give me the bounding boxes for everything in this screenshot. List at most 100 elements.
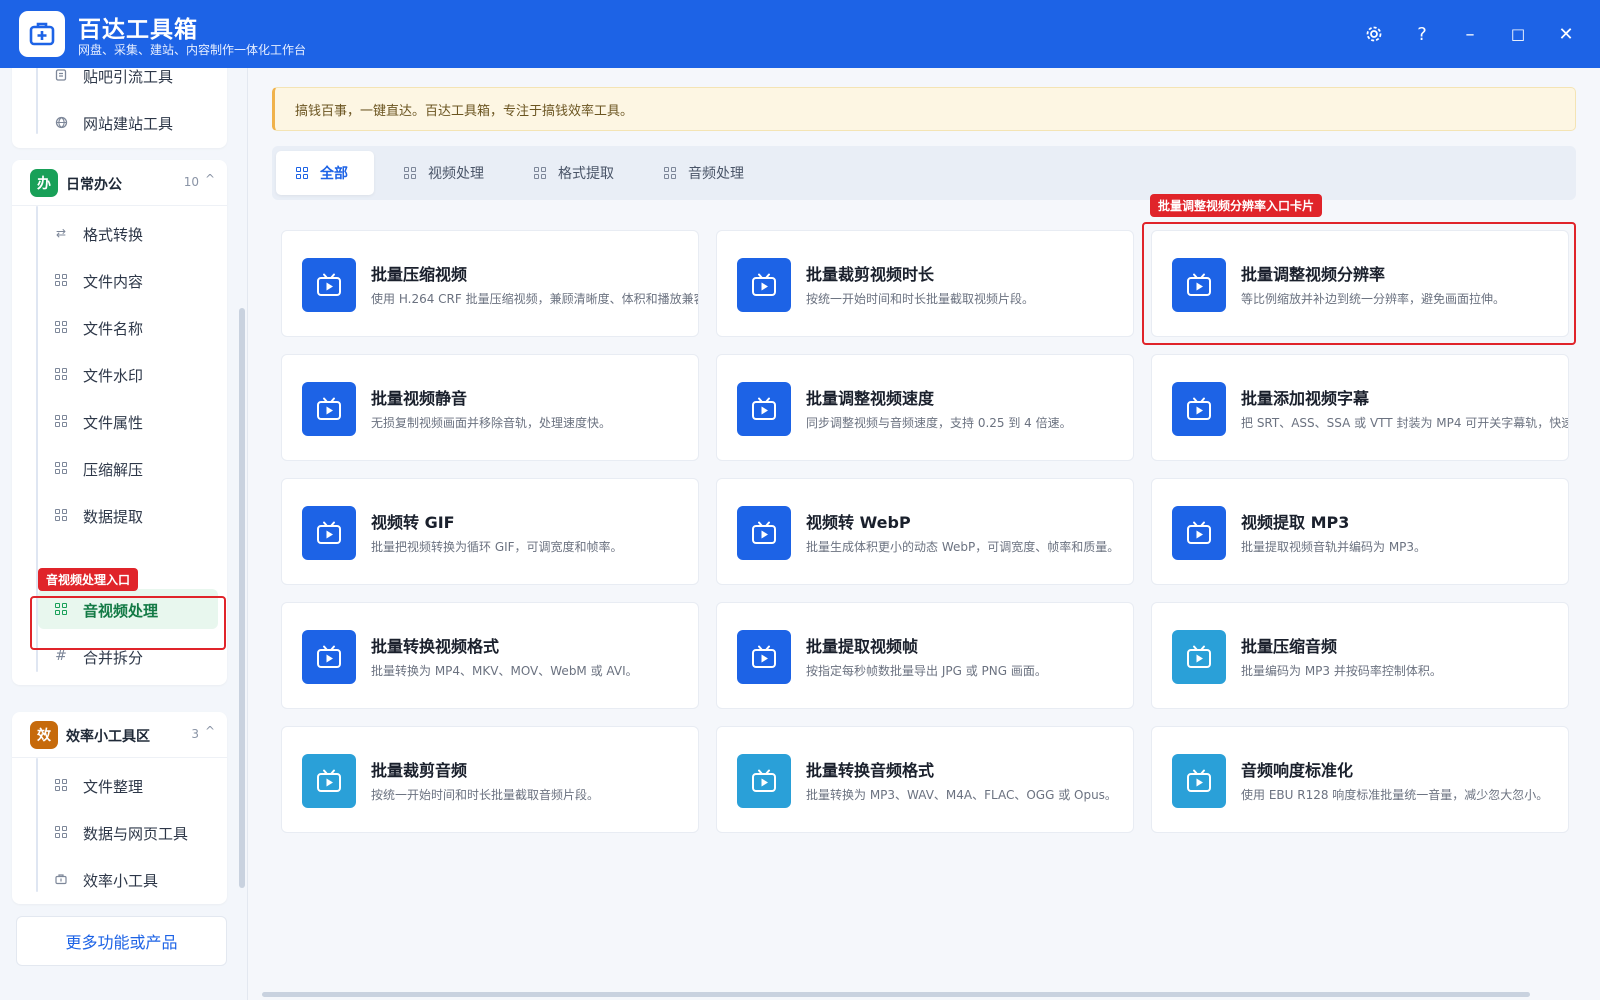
group-badge: 效 bbox=[30, 721, 58, 749]
tool-card[interactable]: 批量调整视频分辨率 等比例缩放并补边到统一分辨率，避免画面拉伸。 bbox=[1151, 230, 1569, 337]
sidebar-item-file-organize[interactable]: 文件整理 bbox=[12, 765, 227, 805]
sidebar-item-efficiency-tools[interactable]: 效率小工具 bbox=[12, 859, 227, 899]
grid-icon bbox=[54, 602, 68, 616]
video-player-icon bbox=[302, 506, 356, 560]
nav-group-previous: 贴吧引流工具 网站建站工具 bbox=[12, 68, 227, 148]
sidebar-item-label: 贴吧引流工具 bbox=[83, 68, 174, 86]
sidebar-item-audio-video[interactable]: 音视频处理 bbox=[38, 589, 218, 629]
sidebar-item-label: 合并拆分 bbox=[83, 649, 144, 667]
grid-icon bbox=[404, 167, 416, 179]
sidebar-item-data-web[interactable]: 数据与网页工具 bbox=[12, 812, 227, 852]
sidebar-item-file-content[interactable]: 文件内容 bbox=[12, 260, 227, 300]
tool-card-description: 批量转换为 MP4、MKV、MOV、WebM 或 AVI。 bbox=[371, 664, 638, 678]
close-button[interactable]: ✕ bbox=[1550, 18, 1582, 50]
tool-card-title: 视频转 GIF bbox=[371, 513, 455, 532]
sidebar-scrollbar[interactable] bbox=[239, 308, 245, 888]
tool-card[interactable]: 批量添加视频字幕把 SRT、ASS、SSA 或 VTT 封装为 MP4 可开关字… bbox=[1151, 354, 1569, 461]
sidebar-item-merge-split[interactable]: # 合并拆分 bbox=[12, 636, 227, 676]
help-button[interactable]: ? bbox=[1406, 18, 1438, 50]
video-player-icon bbox=[302, 754, 356, 808]
tool-card-title: 批量压缩音频 bbox=[1241, 637, 1338, 656]
tool-card[interactable]: 批量转换视频格式批量转换为 MP4、MKV、MOV、WebM 或 AVI。 bbox=[281, 602, 699, 709]
tab-format-extract[interactable]: 格式提取 bbox=[514, 151, 634, 195]
sidebar-item-compress[interactable]: 压缩解压 bbox=[12, 448, 227, 488]
tool-card[interactable]: 批量裁剪音频 按统一开始时间和时长批量截取音频片段。 bbox=[281, 726, 699, 833]
tool-card[interactable]: 批量转换音频格式 批量转换为 MP3、WAV、M4A、FLAC、OGG 或 Opu… bbox=[716, 726, 1134, 833]
tool-card-description: 无损复制视频画面并移除音轨，处理速度快。 bbox=[371, 416, 612, 430]
swap-icon: ⇄ bbox=[55, 226, 67, 240]
group-badge: 办 bbox=[30, 169, 58, 197]
sidebar-item-label: 压缩解压 bbox=[83, 461, 144, 479]
sidebar-item-file-attributes[interactable]: 文件属性 bbox=[12, 401, 227, 441]
sidebar-item-label: 数据与网页工具 bbox=[83, 825, 189, 843]
sidebar-item-label: 格式转换 bbox=[83, 226, 144, 244]
tool-card[interactable]: 音频响度标准化 使用 EBU R128 响度标准批量统一音量，减少忽大忽小。 bbox=[1151, 726, 1569, 833]
grid-icon bbox=[54, 778, 68, 792]
tool-card-title: 批量转换视频格式 bbox=[371, 637, 500, 656]
video-player-icon bbox=[1172, 258, 1226, 312]
tool-card-title: 批量调整视频速度 bbox=[806, 389, 935, 408]
tab-label: 音频处理 bbox=[688, 166, 744, 182]
tool-card[interactable]: 视频转 GIF 批量把视频转换为循环 GIF，可调宽度和帧率。 bbox=[281, 478, 699, 585]
tool-card-description: 按统一开始时间和时长批量截取音频片段。 bbox=[371, 788, 600, 802]
main-horizontal-scrollbar[interactable] bbox=[262, 992, 1530, 997]
tool-card-title: 批量调整视频分辨率 bbox=[1241, 265, 1386, 284]
more-products-button[interactable]: 更多功能或产品 bbox=[16, 916, 227, 966]
tool-card-description: 批量转换为 MP3、WAV、M4A、FLAC、OGG 或 Opus。 bbox=[806, 788, 1117, 802]
video-player-icon bbox=[302, 630, 356, 684]
tool-card[interactable]: 批量压缩音频批量编码为 MP3 并按码率控制体积。 bbox=[1151, 602, 1569, 709]
tab-all[interactable]: 全部 bbox=[276, 151, 374, 195]
tool-card-description: 批量把视频转换为循环 GIF，可调宽度和帧率。 bbox=[371, 540, 623, 554]
tool-card-title: 批量提取视频帧 bbox=[806, 637, 919, 656]
group-header-office[interactable]: 办 日常办公 10 ^ bbox=[12, 160, 227, 206]
tool-card[interactable]: 视频提取 MP3 批量提取视频音轨并编码为 MP3。 bbox=[1151, 478, 1569, 585]
tool-card-title: 批量裁剪视频时长 bbox=[806, 265, 935, 284]
tab-label: 全部 bbox=[320, 166, 348, 182]
chevron-up-icon[interactable]: ^ bbox=[205, 724, 215, 738]
nav-group-office: 办 日常办公 10 ^ ⇄ 格式转换 文件内容 文件名称 文件水印 文件属性 压… bbox=[12, 160, 227, 685]
nav-group-efficiency: 效 效率小工具区 3 ^ 文件整理 数据与网页工具 效率小工具 bbox=[12, 712, 227, 904]
tool-card[interactable]: 视频转 WebP 批量生成体积更小的动态 WebP，可调宽度、帧率和质量。 bbox=[716, 478, 1134, 585]
sidebar-item-label: 文件水印 bbox=[83, 367, 144, 385]
video-player-icon bbox=[1172, 506, 1226, 560]
tab-label: 视频处理 bbox=[428, 166, 484, 182]
tool-card-title: 批量压缩视频 bbox=[371, 265, 468, 284]
sidebar-item-label: 文件内容 bbox=[83, 273, 144, 291]
video-player-icon bbox=[737, 754, 791, 808]
toolbox-icon bbox=[54, 872, 68, 886]
video-player-icon bbox=[1172, 630, 1226, 684]
settings-gear-icon[interactable] bbox=[1358, 18, 1390, 50]
tab-audio[interactable]: 音频处理 bbox=[644, 151, 764, 195]
sidebar-item-tieba[interactable]: 贴吧引流工具 bbox=[12, 68, 227, 95]
tool-card[interactable]: 批量裁剪视频时长 按统一开始时间和时长批量截取视频片段。 bbox=[716, 230, 1134, 337]
group-header-efficiency[interactable]: 效 效率小工具区 3 ^ bbox=[12, 712, 227, 758]
tool-card[interactable]: 批量压缩视频 使用 H.264 CRF 批量压缩视频，兼顾清晰度、体积和播放兼容性… bbox=[281, 230, 699, 337]
chevron-up-icon[interactable]: ^ bbox=[205, 172, 215, 186]
sidebar-item-label: 文件名称 bbox=[83, 320, 144, 338]
tool-card-title: 音频响度标准化 bbox=[1241, 761, 1354, 780]
tool-card-title: 视频转 WebP bbox=[806, 513, 911, 532]
annotation-tag-sidebar: 音视频处理入口 bbox=[38, 568, 139, 591]
sidebar-item-file-watermark[interactable]: 文件水印 bbox=[12, 354, 227, 394]
video-player-icon bbox=[737, 506, 791, 560]
sidebar-item-website[interactable]: 网站建站工具 bbox=[12, 102, 227, 142]
group-name: 日常办公 bbox=[66, 177, 122, 193]
annotation-tag-card: 批量调整视频分辨率入口卡片 bbox=[1150, 194, 1323, 217]
tool-card-description: 批量编码为 MP3 并按码率控制体积。 bbox=[1241, 664, 1442, 678]
sidebar-item-label: 效率小工具 bbox=[83, 872, 159, 890]
tool-card[interactable]: 批量调整视频速度 同步调整视频与音频速度，支持 0.25 到 4 倍速。 bbox=[716, 354, 1134, 461]
minimize-button[interactable]: – bbox=[1454, 18, 1486, 50]
tab-video[interactable]: 视频处理 bbox=[384, 151, 504, 195]
tab-bar: 全部 视频处理 格式提取 音频处理 bbox=[272, 146, 1576, 200]
sidebar-item-label: 网站建站工具 bbox=[83, 115, 174, 133]
sidebar-item-file-name[interactable]: 文件名称 bbox=[12, 307, 227, 347]
sidebar-item-format-convert[interactable]: ⇄ 格式转换 bbox=[12, 213, 227, 253]
sidebar-item-data-extract[interactable]: 数据提取 bbox=[12, 495, 227, 535]
tool-card[interactable]: 批量提取视频帧 按指定每秒帧数批量导出 JPG 或 PNG 画面。 bbox=[716, 602, 1134, 709]
grid-icon bbox=[664, 167, 676, 179]
grid-icon bbox=[296, 167, 308, 179]
grid-icon bbox=[54, 825, 68, 839]
tool-card[interactable]: 批量视频静音无损复制视频画面并移除音轨，处理速度快。 bbox=[281, 354, 699, 461]
maximize-button[interactable]: □ bbox=[1502, 18, 1534, 50]
tool-card-title: 批量视频静音 bbox=[371, 389, 468, 408]
